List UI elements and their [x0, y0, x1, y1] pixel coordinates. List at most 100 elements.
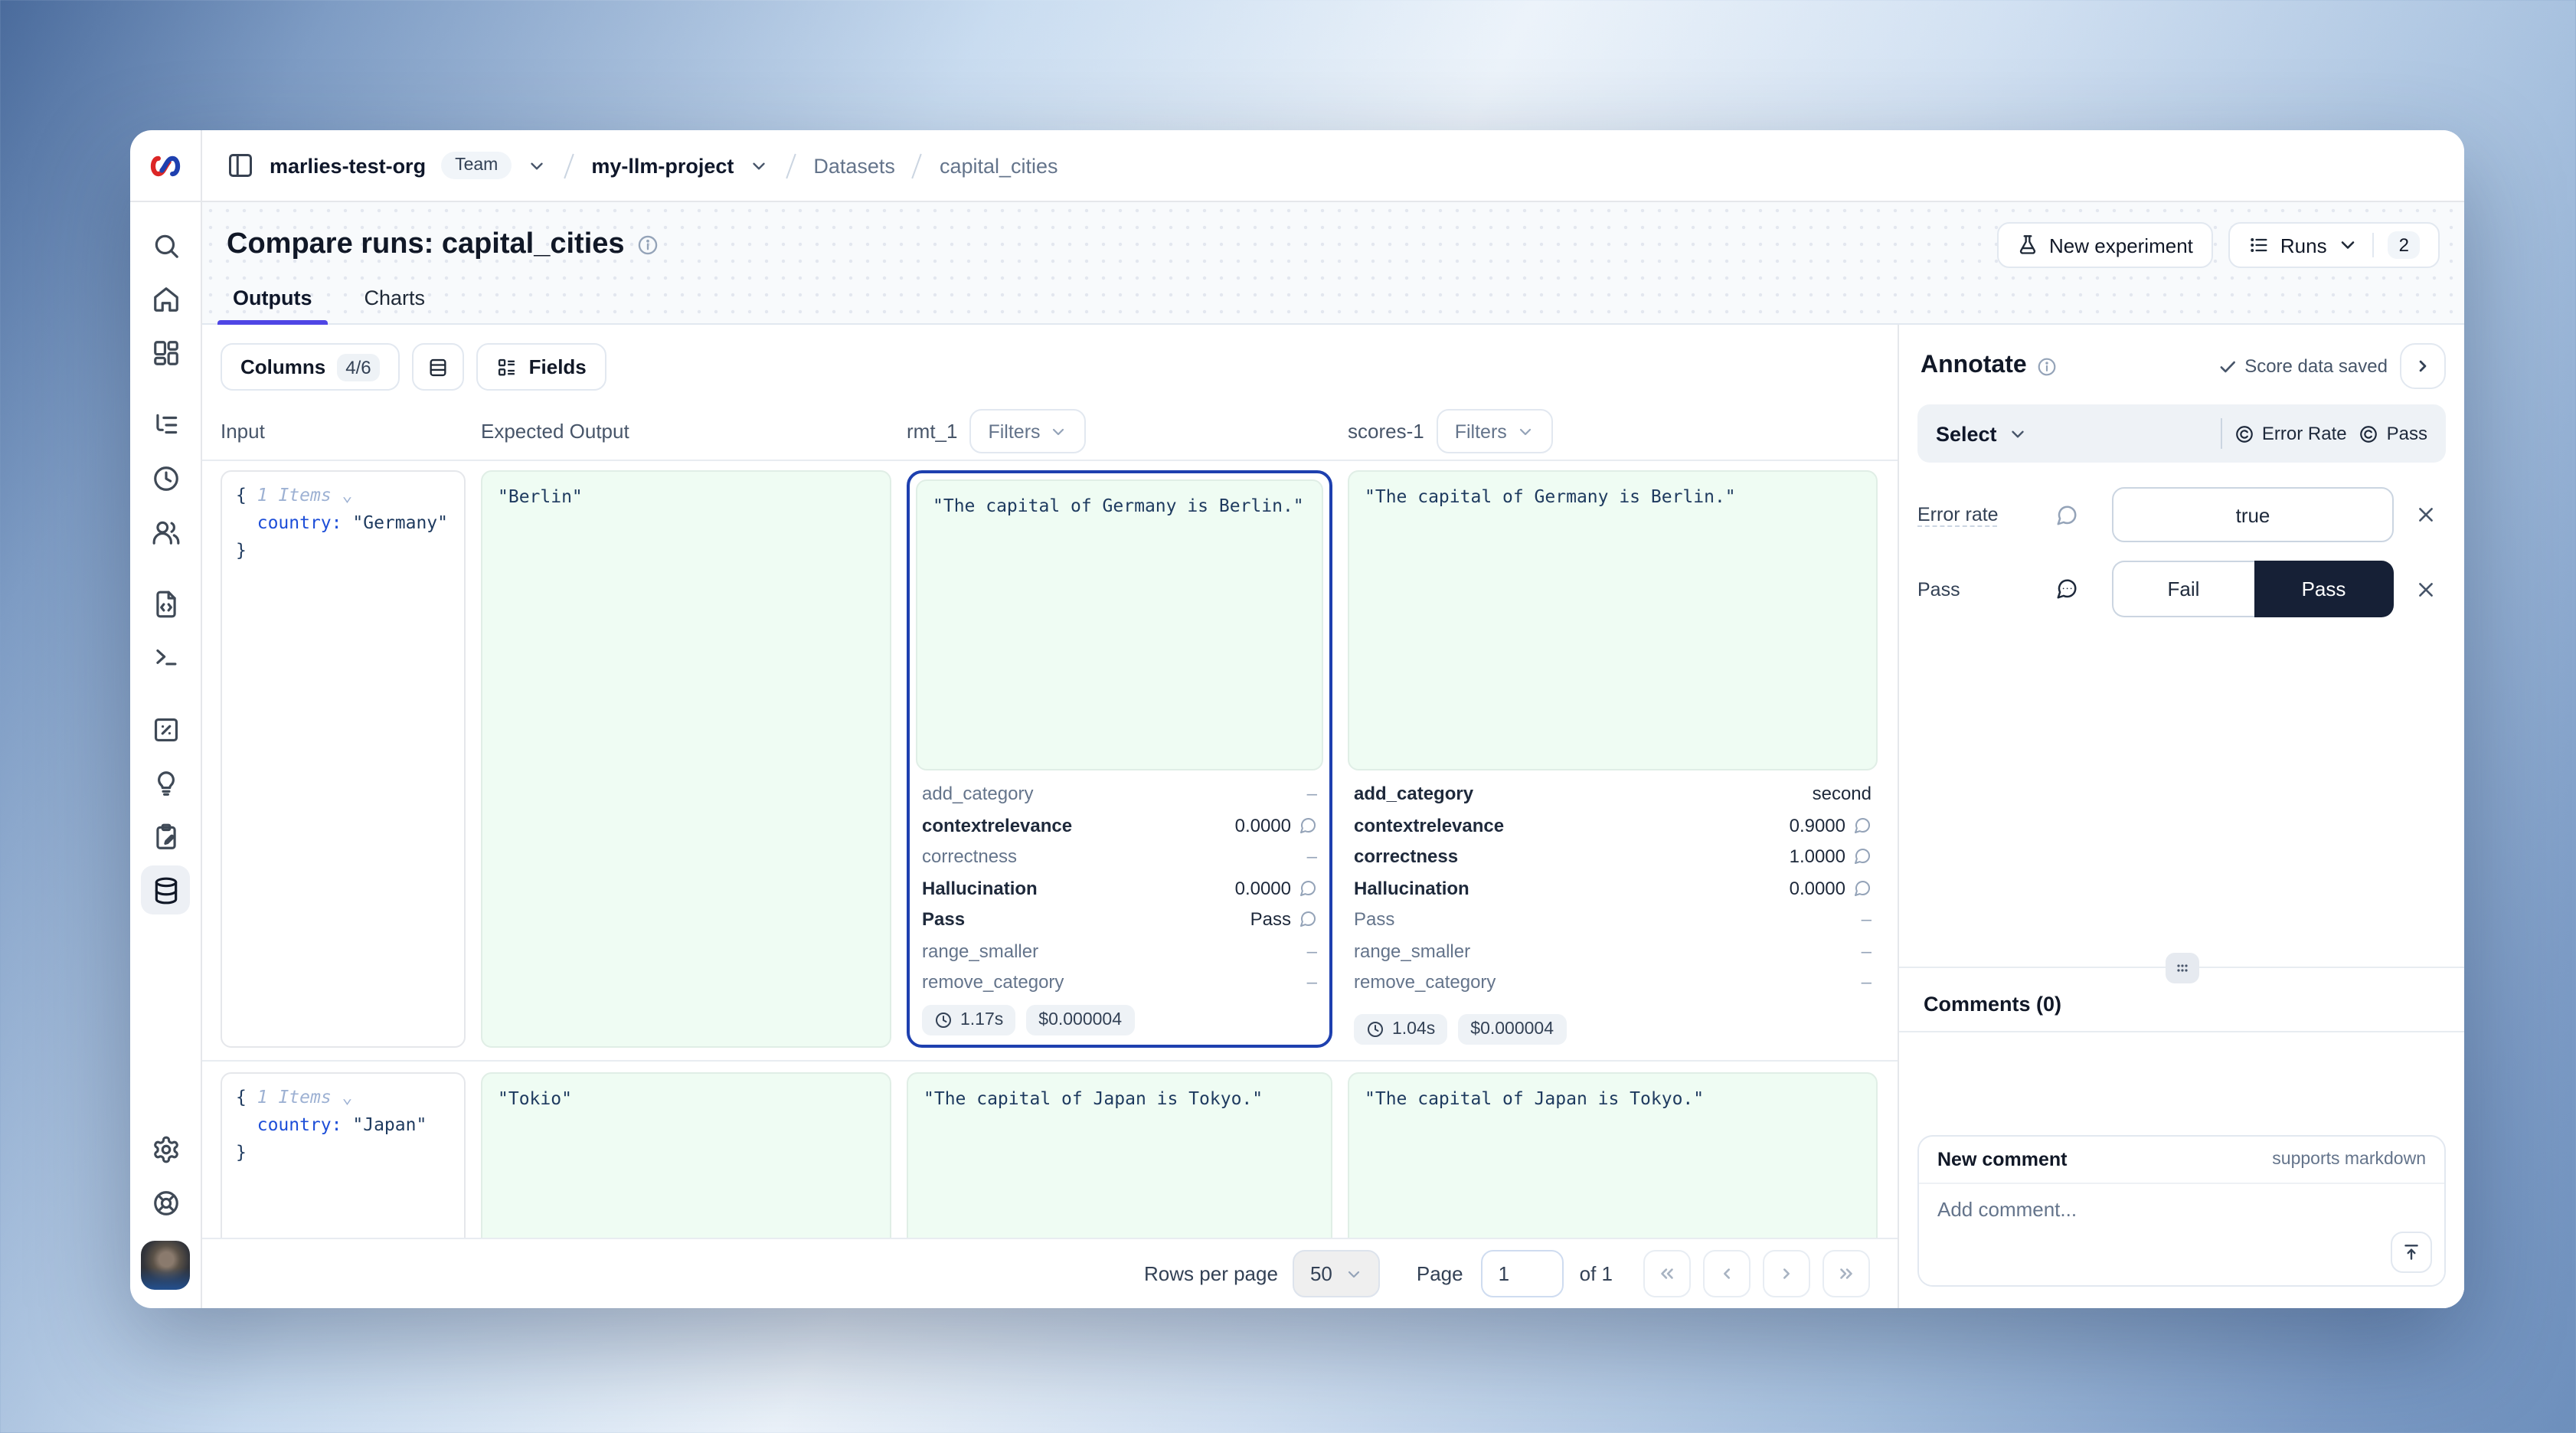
clear-score-button[interactable]	[2406, 578, 2446, 600]
breadcrumb-separator	[786, 153, 797, 178]
runs-count-badge: 2	[2388, 231, 2420, 259]
evaluation-icon[interactable]	[141, 705, 190, 754]
collapse-chevron-icon[interactable]: ⌄	[332, 1086, 353, 1107]
info-icon[interactable]	[2038, 356, 2058, 376]
chevron-left-icon	[1717, 1264, 1737, 1284]
score-list: add_categorysecond contextrelevance0.900…	[1348, 770, 1878, 1008]
prompts-icon[interactable]	[141, 579, 190, 628]
input-cell[interactable]: { 1 Items ⌄ country: "Germany" }	[221, 470, 466, 1048]
user-avatar[interactable]	[141, 1241, 190, 1290]
sessions-icon[interactable]	[141, 453, 190, 502]
score-config-select[interactable]: Select	[1936, 422, 2028, 445]
comment-bubble-dots-icon[interactable]	[2055, 577, 2078, 600]
close-icon	[2415, 578, 2437, 600]
comment-input[interactable]	[1919, 1184, 2444, 1285]
breadcrumb-separator	[912, 153, 923, 178]
search-icon[interactable]	[141, 221, 190, 270]
desktop: marlies-test-org Team my-llm-project Dat…	[0, 0, 2576, 1433]
rows-per-page-select[interactable]: 50	[1293, 1250, 1380, 1297]
fail-option-button[interactable]: Fail	[2112, 561, 2254, 617]
breadcrumb-project[interactable]: my-llm-project	[591, 154, 734, 177]
comment-bubble-icon[interactable]	[1299, 816, 1317, 835]
datasets-icon[interactable]	[141, 865, 190, 914]
submit-comment-button[interactable]	[2391, 1232, 2432, 1273]
breadcrumb-org[interactable]: marlies-test-org	[270, 154, 426, 177]
check-icon	[2217, 356, 2237, 376]
app-logo[interactable]	[130, 130, 201, 202]
runs-button[interactable]: Runs 2	[2228, 222, 2440, 268]
table-header: Input Expected Output rmt_1 Filters sc	[202, 403, 1898, 461]
users-icon[interactable]	[141, 507, 190, 556]
comment-bubble-icon[interactable]	[1853, 816, 1872, 835]
fields-button[interactable]: Fields	[477, 343, 606, 391]
run-metrics: 1.17s $0.000004	[916, 999, 1323, 1039]
table-row: { 1 Items ⌄ country: "Japan" } "Tokio" "…	[202, 1062, 1898, 1238]
cost-badge: $0.000004	[1026, 1005, 1134, 1035]
breadcrumb-dataset-name[interactable]: capital_cities	[940, 154, 1058, 177]
drag-handle[interactable]	[2165, 953, 2198, 983]
chevron-down-icon	[1516, 422, 1535, 440]
settings-gear-icon[interactable]	[141, 1124, 190, 1173]
comment-bubble-icon[interactable]	[1299, 911, 1317, 929]
tab-outputs[interactable]: Outputs	[227, 286, 319, 323]
prev-page-button[interactable]	[1703, 1250, 1751, 1297]
comment-bubble-icon[interactable]	[1853, 879, 1872, 898]
collapse-chevron-icon[interactable]: ⌄	[332, 484, 353, 505]
last-page-button[interactable]	[1822, 1250, 1870, 1297]
score-label[interactable]: Pass	[1917, 578, 2043, 600]
sidebar-nav	[130, 202, 201, 1124]
suggestions-icon[interactable]	[141, 758, 190, 807]
clear-score-button[interactable]	[2406, 504, 2446, 525]
expected-output-cell[interactable]: "Tokio"	[481, 1072, 891, 1238]
config-chip-error-rate[interactable]: Error Rate	[2234, 423, 2347, 444]
grip-dots-icon	[2172, 959, 2191, 977]
chevron-down-icon	[1050, 422, 1068, 440]
columns-button[interactable]: Columns 4/6	[221, 343, 400, 391]
dashboard-icon[interactable]	[141, 328, 190, 377]
tab-charts[interactable]: Charts	[358, 286, 432, 323]
playground-icon[interactable]	[141, 633, 190, 682]
page-title: Compare runs: capital_cities	[227, 228, 659, 262]
chevron-down-icon	[2338, 234, 2359, 256]
comment-bubble-icon[interactable]	[2055, 503, 2078, 526]
expected-output-cell[interactable]: "Berlin"	[481, 470, 891, 1048]
support-icon[interactable]	[141, 1178, 190, 1227]
collapse-panel-button[interactable]	[2400, 343, 2446, 389]
first-page-button[interactable]	[1643, 1250, 1691, 1297]
run2-cell[interactable]: "The capital of Japan is Tokyo."	[1348, 1072, 1878, 1238]
selected-cell: "The capital of Germany is Berlin." add_…	[907, 470, 1332, 1048]
chevron-down-icon[interactable]	[527, 155, 547, 175]
comment-bubble-icon[interactable]	[1853, 848, 1872, 866]
chevrons-left-icon	[1657, 1264, 1677, 1284]
row-height-button[interactable]	[413, 343, 465, 391]
error-rate-value-input[interactable]: true	[2112, 487, 2394, 542]
home-icon[interactable]	[141, 274, 190, 323]
input-cell[interactable]: { 1 Items ⌄ country: "Japan" }	[221, 1072, 466, 1238]
breadcrumb-datasets[interactable]: Datasets	[813, 154, 895, 177]
new-experiment-button[interactable]: New experiment	[1997, 222, 2213, 268]
filters-button-run1[interactable]: Filters	[969, 409, 1086, 453]
run1-output: "The capital of Germany is Berlin."	[916, 479, 1323, 770]
next-page-button[interactable]	[1763, 1250, 1810, 1297]
rows-per-page-label: Rows per page	[1144, 1262, 1278, 1285]
config-chip-pass[interactable]: Pass	[2359, 423, 2427, 444]
cost-badge: $0.000004	[1458, 1014, 1566, 1045]
comment-bubble-icon[interactable]	[1299, 879, 1317, 898]
filters-button-run2[interactable]: Filters	[1437, 409, 1553, 453]
page-number-input[interactable]	[1482, 1250, 1564, 1297]
column-header-run1: rmt_1 Filters	[907, 409, 1332, 453]
new-comment-card: New comment supports markdown	[1917, 1135, 2446, 1287]
run1-cell[interactable]: "The capital of Germany is Berlin." add_…	[907, 470, 1332, 1048]
score-label[interactable]: Error rate	[1917, 504, 2043, 525]
run2-cell[interactable]: "The capital of Germany is Berlin." add_…	[1348, 470, 1878, 1048]
arrow-up-from-line-icon	[2401, 1242, 2421, 1262]
sidebar-toggle-icon[interactable]	[227, 152, 254, 179]
columns-count-badge: 4/6	[336, 353, 380, 381]
info-icon[interactable]	[637, 234, 659, 256]
annotation-icon[interactable]	[141, 812, 190, 861]
langfuse-logo-icon	[149, 154, 182, 177]
run1-cell[interactable]: "The capital of Japan is Tokyo."	[907, 1072, 1332, 1238]
chevron-down-icon[interactable]	[749, 155, 769, 175]
tracing-icon[interactable]	[141, 400, 190, 449]
pass-option-button[interactable]: Pass	[2254, 561, 2394, 617]
